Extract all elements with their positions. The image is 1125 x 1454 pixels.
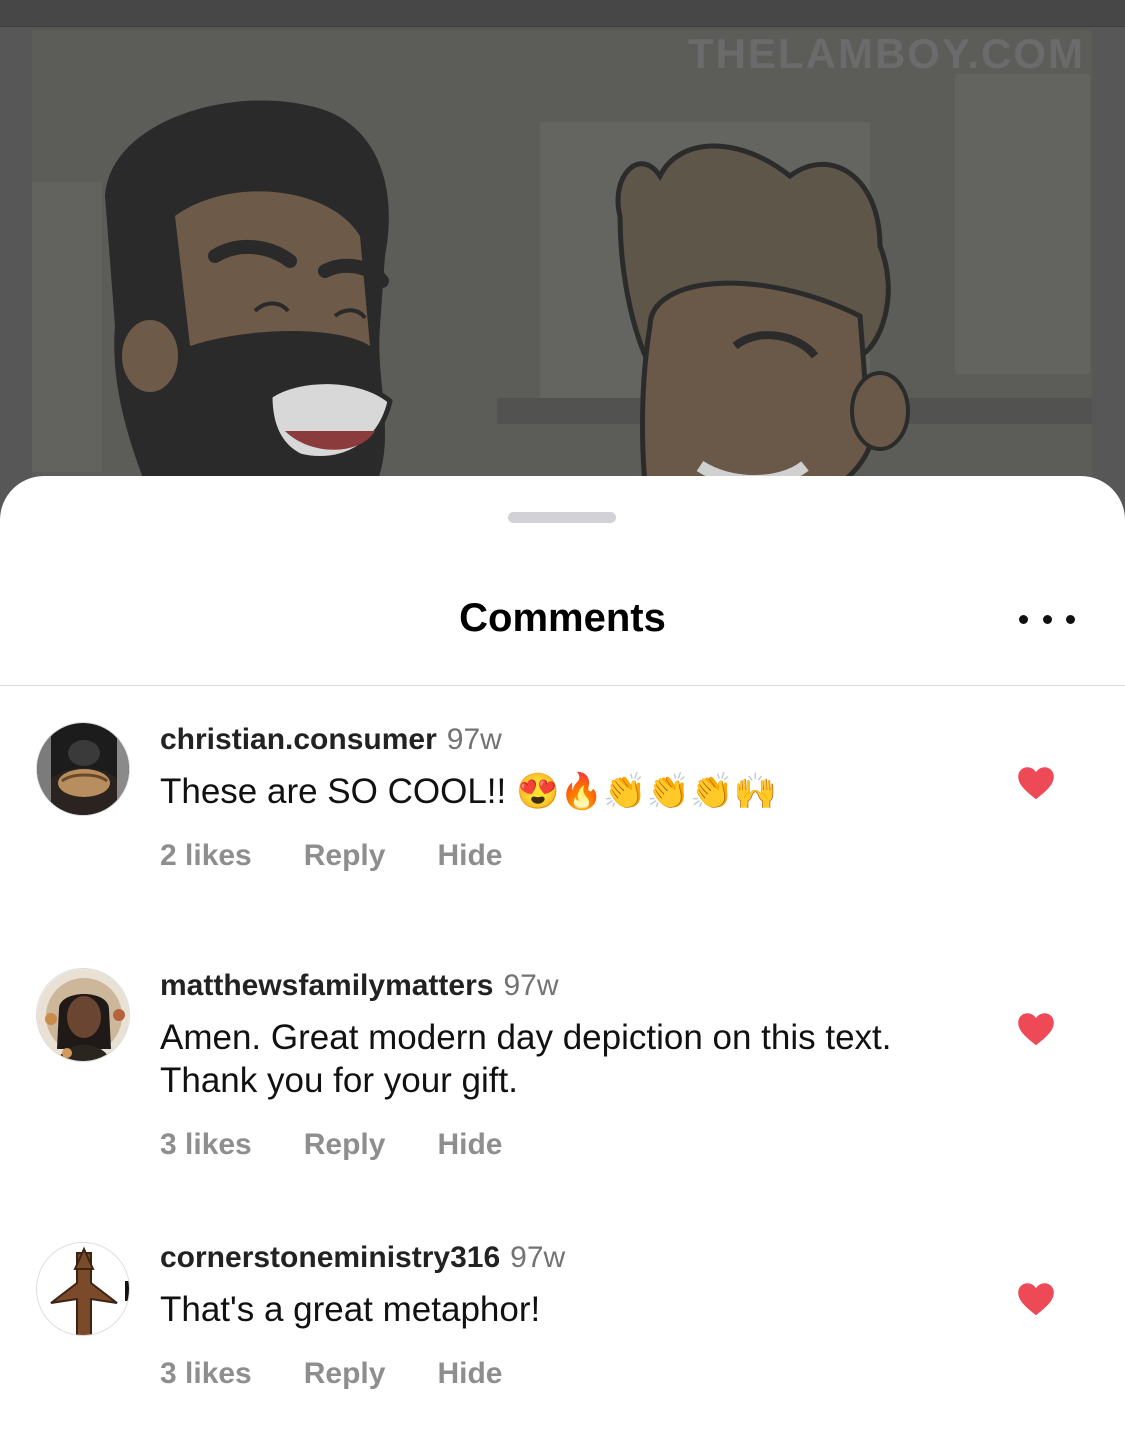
post-watermark: THELAMBOY.COM: [688, 30, 1085, 77]
post-top-bar: [0, 0, 1125, 27]
heart-filled-icon[interactable]: [1017, 1282, 1055, 1316]
likes-count-button[interactable]: 2 likes: [160, 839, 252, 873]
post-background: THELAMBOY.COM: [0, 0, 1125, 520]
hide-button[interactable]: Hide: [437, 1128, 502, 1162]
sheet-grabber-handle[interactable]: [508, 512, 616, 523]
reply-button[interactable]: Reply: [304, 1357, 386, 1391]
more-horizontal-icon: [1066, 614, 1075, 624]
comment-timestamp: 97w: [446, 723, 502, 756]
hide-button[interactable]: Hide: [437, 1357, 502, 1391]
sheet-title: Comments: [459, 596, 666, 640]
comment-timestamp: 97w: [503, 969, 559, 1002]
comment-text: Amen. Great modern day depiction on this…: [160, 1018, 892, 1100]
likes-count-button[interactable]: 3 likes: [160, 1357, 252, 1391]
avatar[interactable]: [36, 968, 130, 1062]
post-illustration: [32, 30, 1092, 520]
comment-text: That's a great metaphor!: [160, 1290, 541, 1329]
reply-button[interactable]: Reply: [304, 1128, 386, 1162]
likes-count-button[interactable]: 3 likes: [160, 1128, 252, 1162]
more-options-button[interactable]: [1019, 604, 1075, 634]
comment-username[interactable]: matthewsfamilymatters: [160, 969, 493, 1002]
comment-username[interactable]: cornerstoneministry316: [160, 1241, 500, 1274]
avatar[interactable]: [36, 1242, 130, 1336]
header-divider: [0, 685, 1125, 686]
heart-filled-icon[interactable]: [1017, 766, 1055, 800]
comment-username[interactable]: christian.consumer: [160, 723, 437, 756]
hide-button[interactable]: Hide: [437, 839, 502, 873]
more-horizontal-icon: [1042, 614, 1052, 624]
avatar[interactable]: [36, 722, 130, 816]
heart-filled-icon[interactable]: [1017, 1012, 1055, 1046]
comment-timestamp: 97w: [510, 1241, 566, 1274]
comments-sheet: Comments christian.consumer 97w These are…: [0, 476, 1125, 1454]
comment-text: These are SO COOL!! 😍🔥👏👏👏🙌: [160, 772, 778, 811]
more-horizontal-icon: [1019, 614, 1028, 624]
reply-button[interactable]: Reply: [304, 839, 386, 873]
